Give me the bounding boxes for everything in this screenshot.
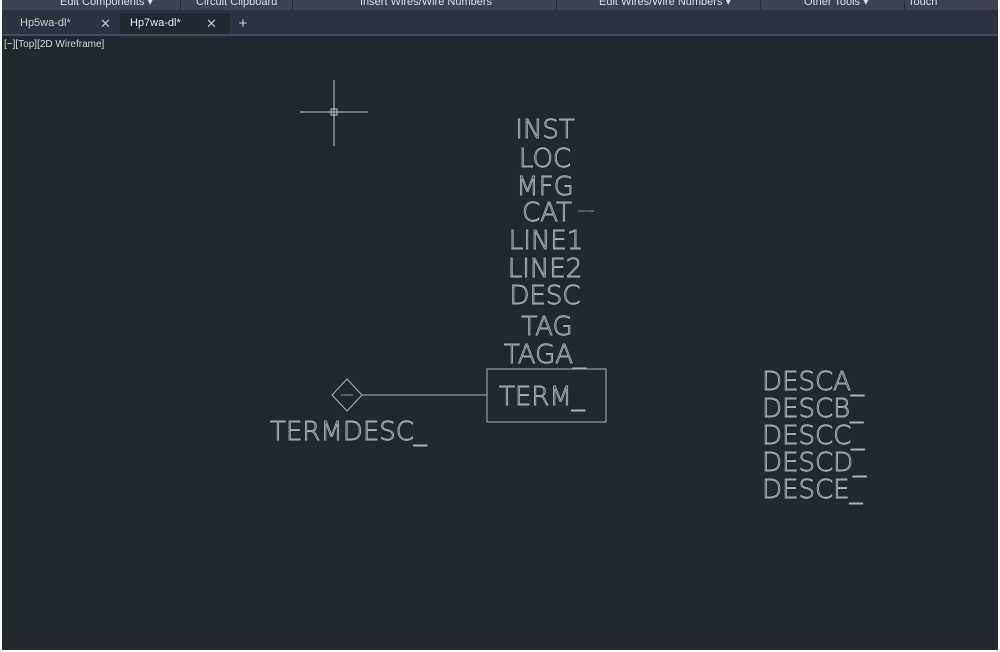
attr-line1: LINE1 (509, 226, 584, 256)
attr-desce: DESCE_ (762, 475, 864, 505)
drawing-canvas[interactable]: INST LOC MFG CAT ASSYCODE LINE1 LINE2 DE… (2, 0, 998, 650)
terminal-symbol[interactable]: WIRENO TERM_ (331, 368, 607, 423)
attr-line2: LINE2 (508, 254, 583, 284)
attr-tag: TAG (521, 312, 572, 342)
attr-descd: DESCD_ (762, 448, 867, 478)
attr-descb: DESCB_ (762, 394, 864, 424)
crosshair-cursor-icon (300, 80, 368, 146)
attr-descc: DESCC_ (762, 421, 865, 451)
attr-assycode: ASSYCODE (578, 209, 594, 213)
attr-inst: INST (515, 115, 575, 145)
autocad-window: Edit Components ▾ Circuit Clipboard Inse… (2, 0, 998, 650)
attr-loc: LOC (519, 144, 571, 174)
attr-term: TERM_ (499, 382, 586, 412)
attr-desca: DESCA_ (762, 367, 865, 397)
attr-taga: TAGA_ (504, 340, 587, 370)
attr-desc: DESC (509, 281, 580, 311)
attr-cat: CAT (522, 198, 572, 228)
attr-termdesc: TERMDESC_ (270, 417, 428, 447)
wireno-label: WIRENO (341, 393, 354, 397)
